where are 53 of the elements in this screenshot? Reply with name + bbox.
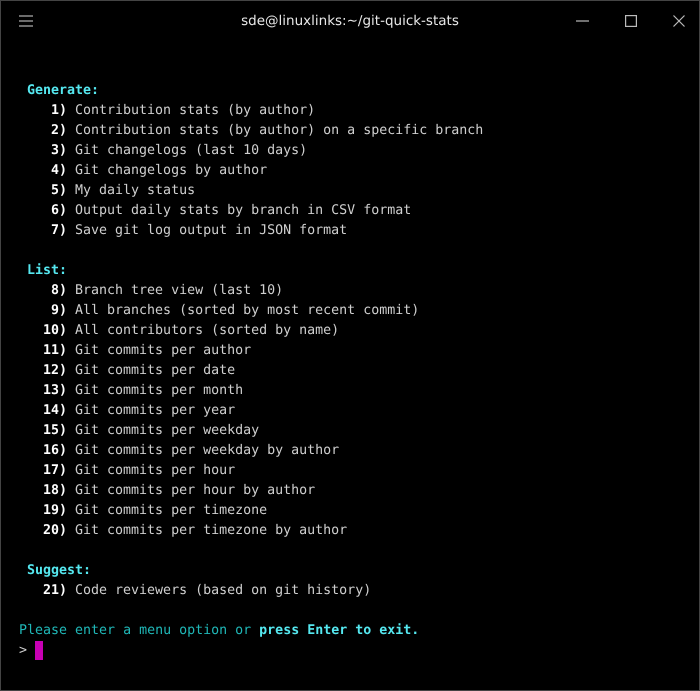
option-number: 9)	[50, 302, 67, 320]
option-number: 3)	[50, 142, 67, 160]
option-label: Contribution stats (by author)	[75, 102, 316, 120]
option-label: Branch tree view (last 10)	[75, 282, 284, 300]
option-number: 18)	[42, 482, 67, 500]
option-label: Git commits per hour	[75, 462, 236, 480]
option-label: Git commits per month	[75, 382, 244, 400]
option-number: 13)	[42, 382, 67, 400]
maximize-icon[interactable]	[625, 15, 637, 27]
section-heading: Suggest:	[27, 562, 92, 580]
option-number: 4)	[50, 162, 67, 180]
cursor-icon	[35, 641, 44, 660]
menu-icon[interactable]	[19, 15, 33, 27]
option-number: 1)	[50, 102, 67, 120]
option-number: 16)	[42, 442, 67, 460]
option-number: 8)	[50, 282, 67, 300]
section-heading: Generate:	[27, 82, 100, 100]
option-number: 11)	[42, 342, 67, 360]
option-number: 5)	[50, 182, 67, 200]
close-icon[interactable]	[673, 15, 685, 27]
option-label: Git commits per date	[75, 362, 236, 380]
option-label: Git commits per weekday by author	[75, 442, 340, 460]
option-number: 10)	[42, 322, 67, 340]
prompt-symbol: >	[19, 642, 28, 660]
option-label: Save git log output in JSON format	[75, 222, 348, 240]
option-label: Git changelogs (last 10 days)	[75, 142, 308, 160]
option-label: Code reviewers (based on git history)	[75, 582, 372, 600]
section-heading: List:	[27, 262, 68, 280]
option-number: 7)	[50, 222, 67, 240]
option-label: Git commits per author	[75, 342, 252, 360]
prompt-message: Please enter a menu option or press Enter to exit.	[19, 622, 420, 640]
option-label: Output daily stats by branch in CSV format	[75, 202, 412, 220]
option-number: 20)	[42, 522, 67, 540]
option-label: Git commits per weekday	[75, 422, 260, 440]
window-title: sde@linuxlinks:~/git-quick-stats	[241, 13, 459, 29]
option-number: 15)	[42, 422, 67, 440]
option-label: Git commits per timezone	[75, 502, 268, 520]
option-label: All contributors (sorted by name)	[75, 322, 340, 340]
option-label: My daily status	[75, 182, 196, 200]
option-label: All branches (sorted by most recent commit)	[75, 302, 420, 320]
option-label: Contribution stats (by author) on a specific branch	[75, 122, 484, 140]
option-number: 19)	[42, 502, 67, 520]
option-label: Git commits per year	[75, 402, 236, 420]
option-label: Git commits per timezone by author	[75, 522, 348, 540]
minimize-icon[interactable]	[576, 20, 589, 22]
option-number: 2)	[50, 122, 67, 140]
option-number: 12)	[42, 362, 67, 380]
option-label: Git changelogs by author	[75, 162, 268, 180]
option-number: 6)	[50, 202, 67, 220]
option-number: 14)	[42, 402, 67, 420]
option-label: Git commits per hour by author	[75, 482, 316, 500]
option-number: 17)	[42, 462, 67, 480]
option-number: 21)	[42, 582, 67, 600]
